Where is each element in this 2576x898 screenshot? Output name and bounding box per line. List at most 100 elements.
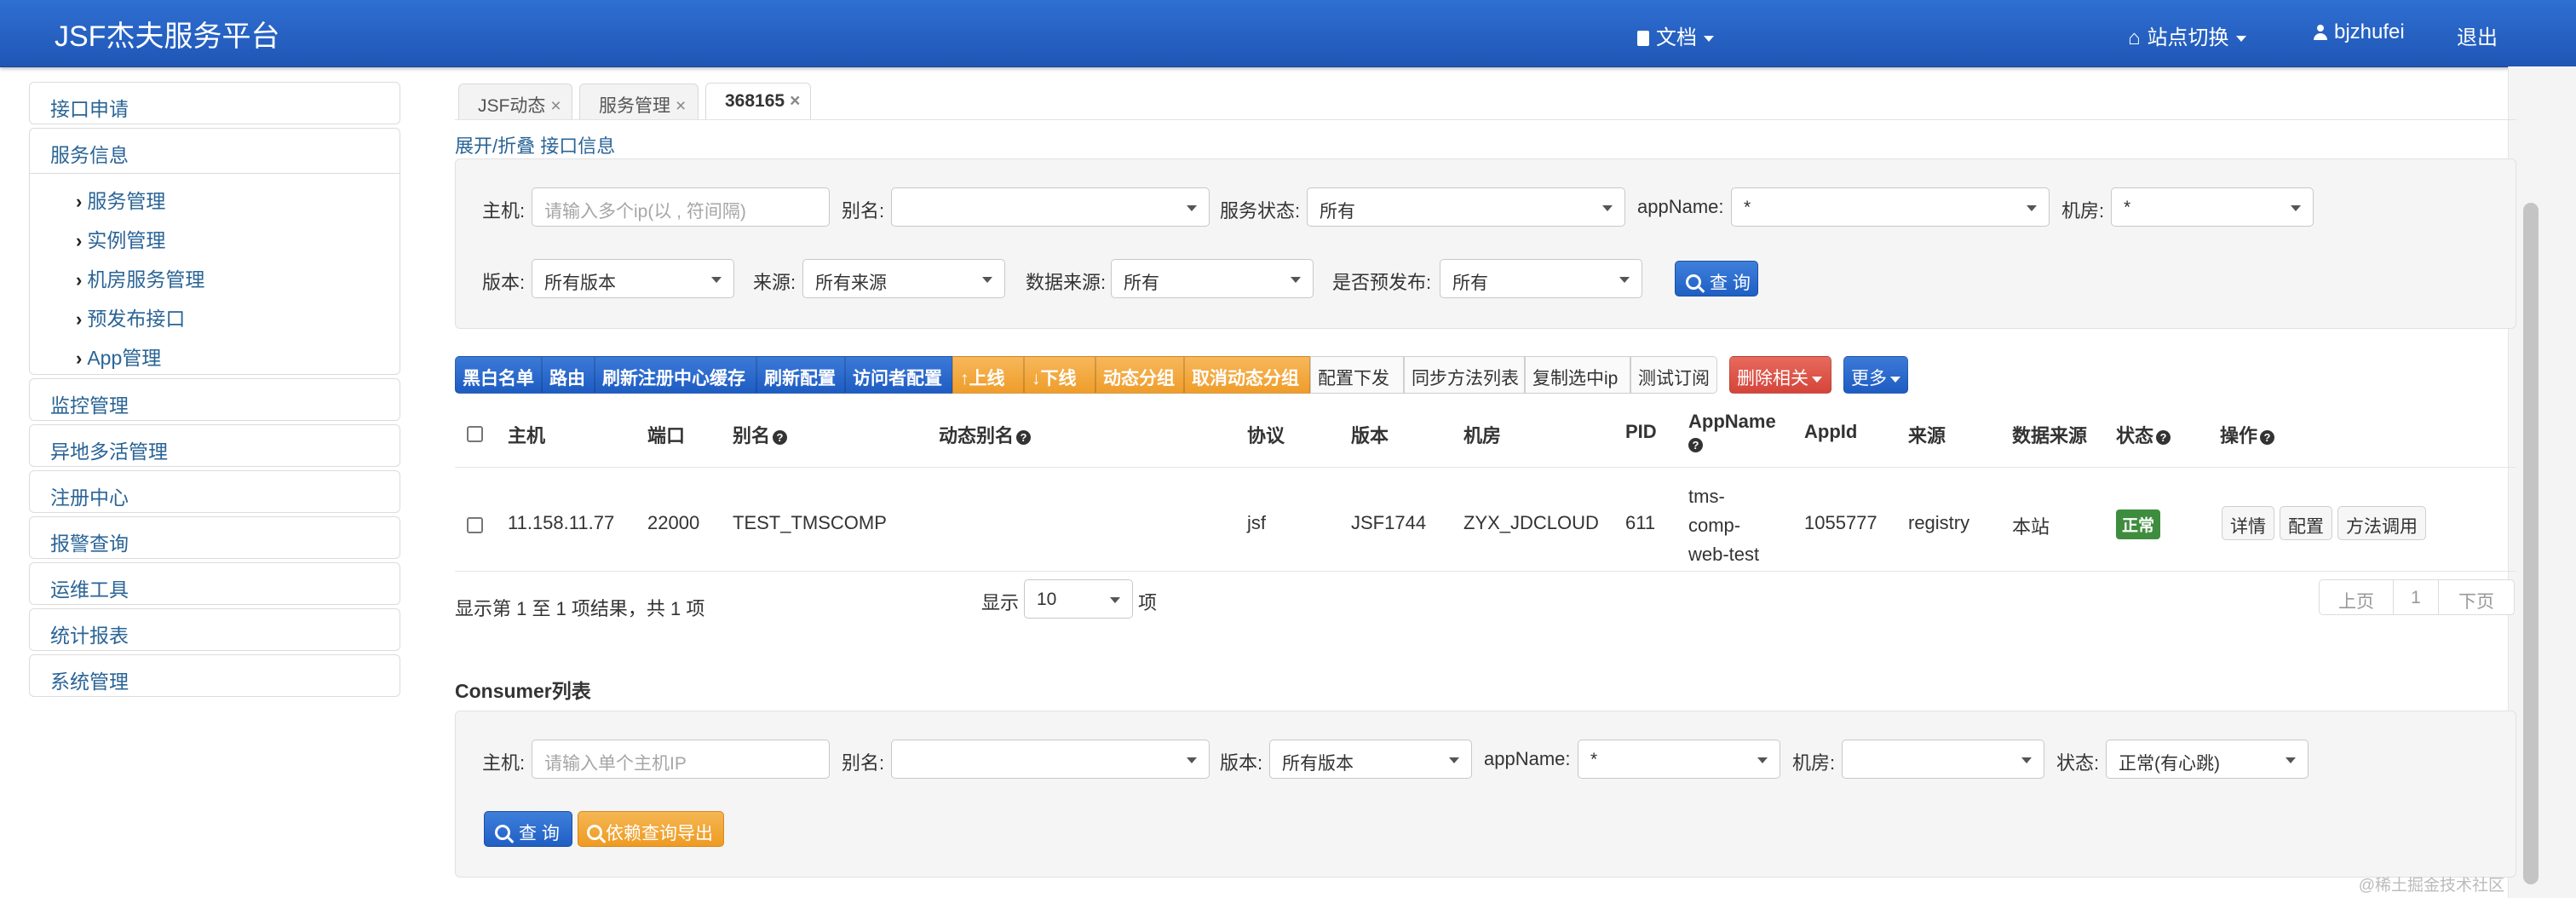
cell-host: 11.158.11.77 <box>508 512 615 533</box>
current-page-button[interactable]: 1 <box>2393 579 2439 615</box>
consumer-query-button[interactable]: 查 询 <box>484 811 572 847</box>
route-button[interactable]: 路由 <box>542 356 595 394</box>
tab-368165[interactable]: 368165 × <box>705 83 811 120</box>
prerelease-select[interactable]: 所有 <box>1440 259 1642 298</box>
offline-button[interactable]: ↓下线 <box>1024 356 1095 394</box>
config-push-button[interactable]: 配置下发 <box>1310 356 1404 394</box>
chevron-down-icon <box>982 277 992 283</box>
vertical-scrollbar[interactable] <box>2508 66 2576 898</box>
test-subscribe-button[interactable]: 测试订阅 <box>1630 356 1717 394</box>
scrollbar-thumb[interactable] <box>2523 203 2539 884</box>
sidebar-item-room-service-management[interactable]: › 机房服务管理 <box>76 263 204 292</box>
sync-methods-button[interactable]: 同步方法列表 <box>1404 356 1525 394</box>
next-page-button[interactable]: 下页 <box>2438 579 2515 615</box>
consumer-room-select[interactable] <box>1842 740 2044 779</box>
search-icon <box>495 825 510 840</box>
tab-service-management[interactable]: 服务管理 × <box>579 83 699 119</box>
help-icon[interactable]: ? <box>1688 438 1703 452</box>
chevron-down-icon <box>2021 757 2032 763</box>
sidebar-item-service-info[interactable]: 服务信息 <box>50 139 129 168</box>
brand-title[interactable]: JSF杰夫服务平台 <box>55 13 279 55</box>
col-actions: 操作? <box>2220 421 2275 448</box>
toggle-collapse-link[interactable]: 展开/折叠 <box>455 135 535 157</box>
service-status-select[interactable]: 所有 <box>1307 187 1625 227</box>
select-all-checkbox[interactable] <box>467 426 483 442</box>
close-icon[interactable]: × <box>550 96 561 116</box>
room-select[interactable]: * <box>2111 187 2314 227</box>
chevron-down-icon <box>2286 757 2296 763</box>
arrow-down-icon: ↓ <box>1032 369 1041 389</box>
host-input[interactable]: 请输入多个ip(以 , 符间隔) <box>532 187 830 227</box>
cell-source: registry <box>1908 512 1970 533</box>
site-switch-menu[interactable]: ⌂ 站点切换 <box>2128 20 2246 50</box>
source-select[interactable]: 所有来源 <box>802 259 1005 298</box>
close-icon[interactable]: × <box>676 96 686 116</box>
consumer-host-input[interactable]: 请输入单个主机IP <box>532 740 830 779</box>
breadcrumb: 展开/折叠 接口信息 <box>455 131 615 158</box>
sidebar-item-multi-active[interactable]: 异地多活管理 <box>29 424 400 467</box>
copy-ip-button[interactable]: 复制选中ip <box>1525 356 1630 394</box>
sidebar-item-instance-management[interactable]: › 实例管理 <box>76 224 165 253</box>
help-icon[interactable]: ? <box>1016 430 1032 445</box>
sidebar-item-prerelease-interface[interactable]: › 预发布接口 <box>76 302 185 331</box>
visitor-config-button[interactable]: 访问者配置 <box>845 356 952 394</box>
sidebar-item-app-management[interactable]: › App管理 <box>76 342 161 371</box>
sidebar-item-monitor[interactable]: 监控管理 <box>29 378 400 421</box>
user-menu[interactable]: bjzhufei <box>2314 20 2405 44</box>
chevron-right-icon: › <box>76 348 83 369</box>
prev-page-button[interactable]: 上页 <box>2319 579 2394 615</box>
chevron-down-icon <box>1187 205 1197 211</box>
result-summary: 显示第 1 至 1 项结果，共 1 项 <box>455 598 705 619</box>
table-bottom-divider <box>455 571 2516 572</box>
blacklist-button[interactable]: 黑白名单 <box>455 356 542 394</box>
consumer-appname-select[interactable]: * <box>1578 740 1780 779</box>
appname-select[interactable]: * <box>1731 187 2050 227</box>
cell-pid: 611 <box>1625 512 1656 533</box>
search-icon <box>587 825 602 840</box>
dynamic-group-button[interactable]: 动态分组 <box>1095 356 1184 394</box>
chevron-down-icon <box>2291 205 2301 211</box>
sidebar-item-ops-tools[interactable]: 运维工具 <box>29 562 400 605</box>
refresh-registry-button[interactable]: 刷新注册中心缓存 <box>595 356 756 394</box>
sidebar-item-alarm[interactable]: 报警查询 <box>29 516 400 559</box>
tab-jsf-dynamic[interactable]: JSF动态 × <box>458 83 572 119</box>
logout-link[interactable]: 退出 <box>2457 20 2498 50</box>
datasource-select[interactable]: 所有 <box>1111 259 1314 298</box>
cancel-dynamic-group-button[interactable]: 取消动态分组 <box>1184 356 1310 394</box>
docs-menu[interactable]: 文档 <box>1637 20 1714 50</box>
close-icon[interactable]: × <box>790 91 800 111</box>
consumer-status-select[interactable]: 正常(有心跳) <box>2106 740 2309 779</box>
alias-select[interactable] <box>891 187 1210 227</box>
sidebar-item-stats[interactable]: 统计报表 <box>29 608 400 651</box>
row-checkbox[interactable] <box>467 517 483 533</box>
sidebar-item-system[interactable]: 系统管理 <box>29 654 400 697</box>
cell-appname-link[interactable]: tms- comp- web-test <box>1688 482 1759 569</box>
refresh-config-button[interactable]: 刷新配置 <box>756 356 845 394</box>
col-pid: PID <box>1625 421 1657 442</box>
more-button[interactable]: 更多 <box>1843 356 1908 394</box>
dependency-export-button[interactable]: 依赖查询导出 <box>578 811 724 847</box>
help-icon[interactable]: ? <box>2156 430 2171 445</box>
consumer-alias-select[interactable] <box>891 740 1210 779</box>
sidebar-item-registry[interactable]: 注册中心 <box>29 470 400 513</box>
help-icon[interactable]: ? <box>773 430 788 445</box>
help-icon[interactable]: ? <box>2260 430 2275 445</box>
cell-port: 22000 <box>647 512 700 533</box>
interface-info-link[interactable]: 接口信息 <box>540 135 615 157</box>
config-button[interactable]: 配置 <box>2280 506 2332 540</box>
chevron-right-icon: › <box>76 308 83 330</box>
online-button[interactable]: ↑上线 <box>952 356 1024 394</box>
version-select[interactable]: 所有版本 <box>532 259 734 298</box>
sidebar-item-service-management[interactable]: › 服务管理 <box>76 185 165 214</box>
sidebar-item-interface-apply[interactable]: 接口申请 <box>29 82 400 124</box>
col-version: 版本 <box>1351 425 1389 446</box>
provider-query-button[interactable]: 查 询 <box>1675 261 1758 296</box>
cell-appid-link[interactable]: 1055777 <box>1804 512 1877 534</box>
delete-related-button[interactable]: 删除相关 <box>1729 356 1831 394</box>
detail-button[interactable]: 详情 <box>2222 506 2274 540</box>
consumer-version-select[interactable]: 所有版本 <box>1269 740 1472 779</box>
sidebar-divider <box>30 173 400 174</box>
chevron-right-icon: › <box>76 191 83 212</box>
method-invoke-button[interactable]: 方法调用 <box>2337 506 2426 540</box>
page-size-select[interactable]: 10 <box>1024 579 1133 619</box>
